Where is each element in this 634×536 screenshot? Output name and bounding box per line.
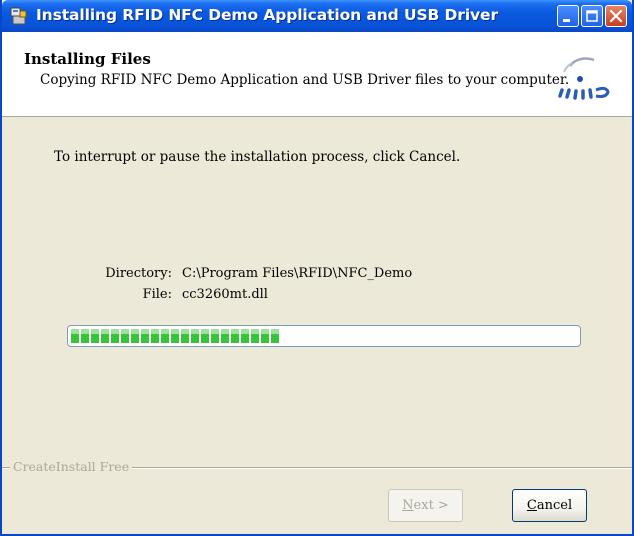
window-title: Installing RFID NFC Demo Application and… [36, 6, 499, 24]
progress-bar [67, 325, 581, 347]
page-subtitle: Copying RFID NFC Demo Application and US… [40, 72, 570, 88]
header-panel: Installing Files Copying RFID NFC Demo A… [2, 32, 632, 117]
next-button[interactable]: Next > [388, 489, 463, 522]
instruction-text: To interrupt or pause the installation p… [54, 149, 461, 165]
maximize-button[interactable] [581, 5, 603, 27]
cancel-button[interactable]: Cancel [512, 489, 587, 522]
file-value: cc3260mt.dll [182, 287, 268, 302]
minimize-button[interactable] [557, 5, 579, 27]
installer-icon [10, 7, 28, 25]
createinstall-logo [550, 52, 616, 102]
directory-value: C:\Program Files\RFID\NFC_Demo [182, 266, 413, 281]
next-label: ext > [413, 498, 449, 513]
directory-label: Directory: [105, 266, 172, 281]
page-title: Installing Files [24, 50, 151, 68]
title-bar[interactable]: Installing RFID NFC Demo Application and… [2, 0, 632, 32]
cancel-mnemonic: C [526, 498, 537, 513]
close-icon [609, 9, 623, 23]
branding-label: CreateInstall Free [10, 459, 133, 474]
maximize-icon [586, 10, 598, 22]
installer-window: Installing RFID NFC Demo Application and… [0, 0, 634, 536]
file-label: File: [142, 287, 172, 302]
close-button[interactable] [605, 5, 627, 27]
cancel-label: ancel [536, 498, 573, 513]
minimize-icon [563, 19, 570, 22]
progress-fill [71, 329, 279, 343]
next-mnemonic: N [402, 498, 414, 513]
